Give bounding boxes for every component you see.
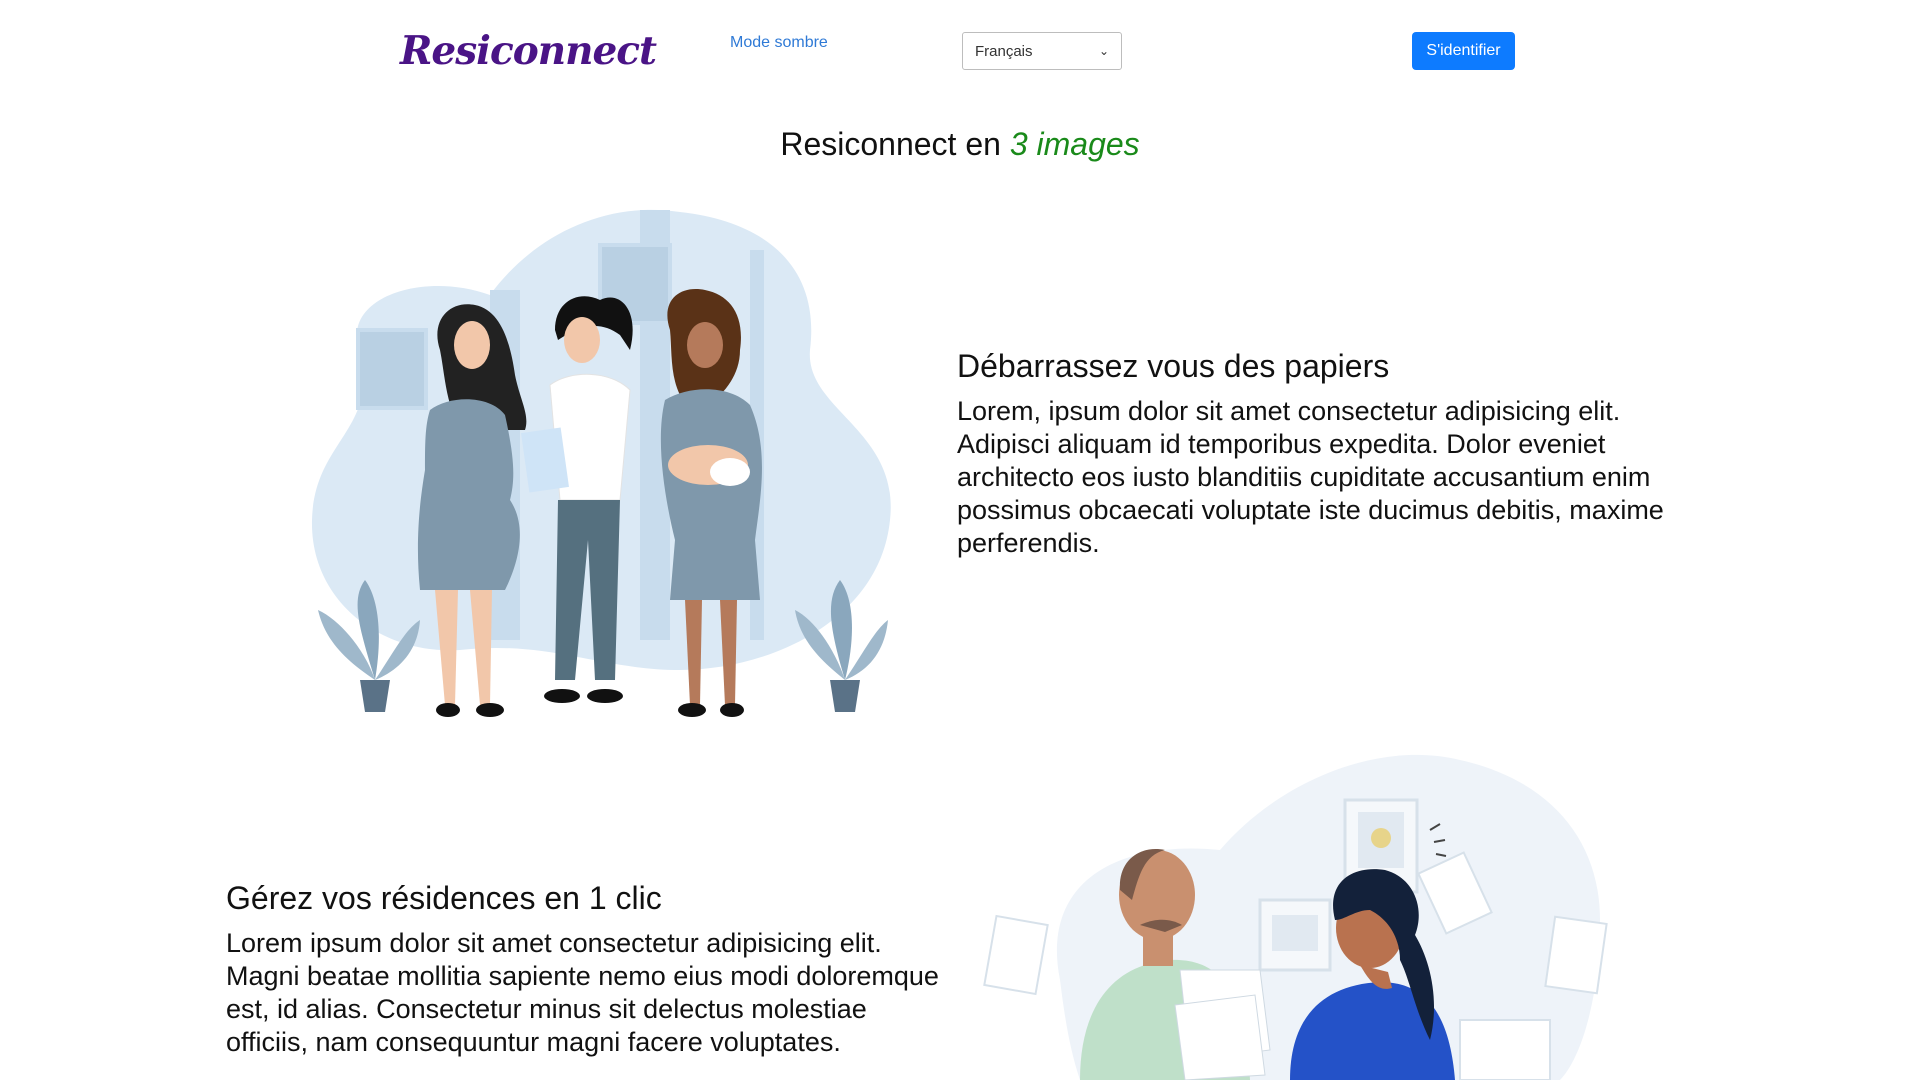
women-illustration — [311, 209, 891, 717]
feature-one-click: Gérez vos résidences en 1 clic Lorem ips… — [226, 880, 946, 1059]
chevron-down-icon: ⌄ — [1098, 44, 1109, 58]
page: Resiconnect Mode sombre Français ⌄ S'ide… — [0, 0, 1920, 1080]
hero-title-prefix: Resiconnect en — [780, 126, 1010, 162]
hero-title-accent: 3 images — [1009, 126, 1140, 162]
paperwork-illustration — [983, 754, 1608, 1080]
logo[interactable]: Resiconnect — [400, 28, 657, 74]
feature-title: Débarrassez vous des papiers — [957, 348, 1390, 384]
login-button[interactable]: S'identifier — [1412, 32, 1515, 70]
feature-text: Lorem, ipsum dolor sit amet consectetur … — [957, 396, 1664, 558]
feature-title: Gérez vos résidences en 1 clic — [226, 880, 662, 916]
language-select[interactable]: Français ⌄ — [962, 32, 1122, 70]
dark-mode-link[interactable]: Mode sombre — [730, 34, 828, 52]
feature-paperless: Débarrassez vous des papiers Lorem, ipsu… — [957, 348, 1717, 560]
language-select-value: Français — [975, 42, 1033, 60]
hero-title: Resiconnect en 3 images — [0, 126, 1920, 163]
navbar: Resiconnect Mode sombre Français ⌄ S'ide… — [0, 0, 1920, 100]
feature-text: Lorem ipsum dolor sit amet consectetur a… — [226, 928, 939, 1057]
